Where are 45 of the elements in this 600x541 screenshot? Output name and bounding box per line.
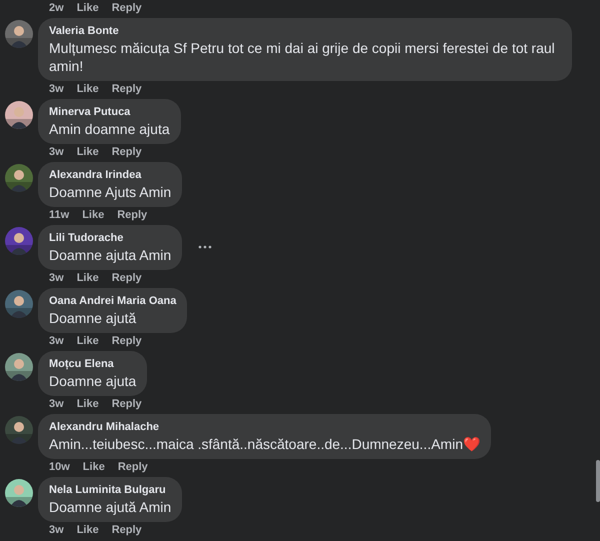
like-link[interactable]: Like: [82, 460, 105, 474]
comment-author: Alexandra Irindea: [49, 168, 142, 183]
reply-link[interactable]: Reply: [112, 334, 142, 348]
comment-time: 3w: [49, 523, 64, 537]
reply-link[interactable]: Reply: [112, 397, 142, 411]
comment-time: 2w: [49, 1, 64, 15]
comment-text: Doamne ajută: [49, 309, 138, 327]
reply-link[interactable]: Reply: [112, 82, 142, 96]
comment-time: 3w: [49, 145, 64, 159]
like-link[interactable]: Like: [76, 523, 99, 537]
like-link[interactable]: Like: [76, 334, 99, 348]
reply-link[interactable]: Reply: [118, 460, 148, 474]
like-link[interactable]: Like: [76, 271, 99, 285]
comment-text: Doamne ajuta Amin: [49, 246, 172, 264]
more-options-icon[interactable]: [198, 245, 212, 249]
reply-link[interactable]: Reply: [112, 523, 142, 537]
comment-author: Valeria Bonte: [49, 24, 120, 39]
comment-author: Minerva Putuca: [49, 105, 132, 120]
comment-time: 3w: [49, 334, 64, 348]
reply-link[interactable]: Reply: [117, 208, 148, 222]
comment-author: Oana Andrei Maria Oana: [49, 294, 176, 309]
comment-author: Lili Tudorache: [49, 231, 124, 246]
like-link[interactable]: Like: [82, 208, 104, 222]
comment-time: 10w: [49, 460, 70, 474]
comment-author: Moțcu Elena: [49, 357, 115, 372]
comment-time: 3w: [49, 271, 64, 285]
comment-time: 3w: [49, 82, 64, 96]
comment-time: 3w: [49, 397, 64, 411]
comment-text: Amin...teiubesc...maica .sfântă..născătoare..de...Dumnezeu...Amin❤: [49, 435, 480, 453]
like-link[interactable]: Like: [76, 145, 99, 159]
comment-author: Alexandru Mihalache: [49, 420, 160, 435]
comment-time: 11w: [49, 208, 70, 222]
comment-author: Nela Luminita Bulgaru: [49, 483, 167, 498]
reply-link[interactable]: Reply: [112, 145, 142, 159]
comment-text: Mulțumesc măicuța Sf Petru tot ce mi dai ai grije de copii mersi ferestei de tot raul amin!: [49, 39, 556, 75]
reply-link[interactable]: Reply: [112, 1, 142, 15]
reply-link[interactable]: Reply: [112, 271, 142, 285]
scrollbar-thumb[interactable]: [596, 460, 600, 502]
comment-text: Doamne ajută Amin: [49, 498, 172, 516]
like-link[interactable]: Like: [76, 397, 99, 411]
comment-text: Doamne ajuta: [49, 372, 136, 390]
comment-text: Doamne Ajuts Amin: [49, 183, 172, 201]
like-link[interactable]: Like: [76, 82, 99, 96]
like-link[interactable]: Like: [76, 1, 99, 15]
comment-text: Amin doamne ajuta: [49, 120, 170, 138]
